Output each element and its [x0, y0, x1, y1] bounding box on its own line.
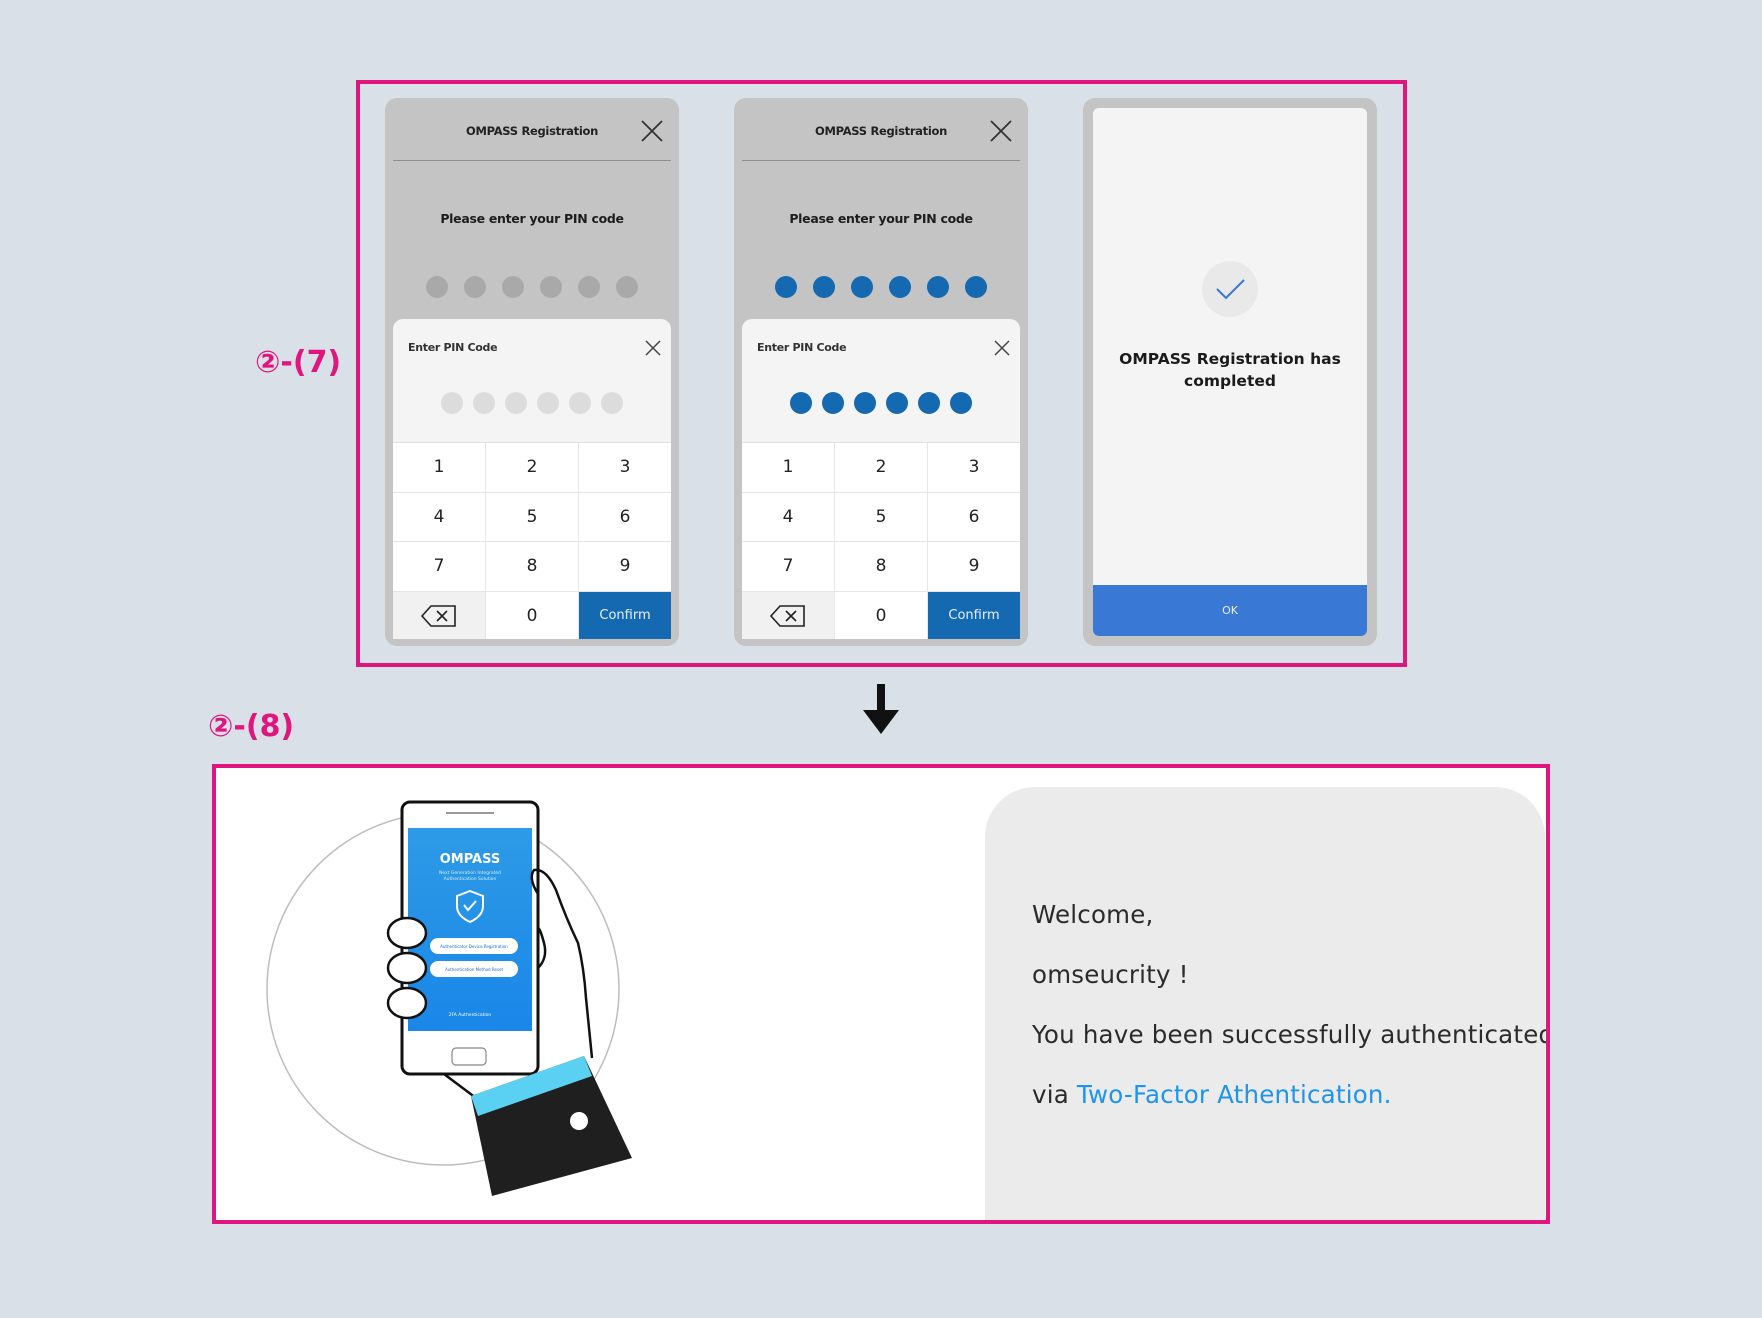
completion-card: OMPASS Registration has completed OK	[1093, 108, 1367, 636]
pin-dot	[775, 276, 797, 298]
step-label-7: ②-(7)	[255, 345, 342, 380]
key-0[interactable]: 0	[486, 591, 578, 639]
completion-message: OMPASS Registration has completed	[1093, 348, 1367, 392]
pin-prompt: Please enter your PIN code	[789, 211, 973, 226]
result-panel: OMPASS Next Generation Integrated Authen…	[216, 768, 1546, 1220]
pin-entry-dot	[918, 392, 940, 414]
phone-header: OMPASS Registration	[393, 98, 671, 161]
pin-entry-sheet: Enter PIN Code 1 2 3 4 5 6 7 8 9 0 Confi…	[393, 319, 671, 639]
key-1[interactable]: 1	[393, 443, 485, 492]
welcome-message-card: Welcome, omseucrity ! You have been succ…	[985, 787, 1546, 1220]
key-8[interactable]: 8	[835, 542, 927, 591]
backspace-key[interactable]	[393, 591, 485, 639]
key-2[interactable]: 2	[835, 443, 927, 492]
pin-prompt: Please enter your PIN code	[440, 211, 624, 226]
app-reset-button: Authentication Method Reset	[445, 967, 504, 972]
app-register-button: Authenticator Device Registration	[440, 944, 508, 949]
phone-pin-filled: OMPASS Registration Please enter your PI…	[734, 98, 1028, 646]
checkmark-icon	[1216, 279, 1245, 300]
pin-entry-dots	[742, 392, 1020, 414]
pin-entry-dot	[854, 392, 876, 414]
close-icon[interactable]	[993, 339, 1011, 357]
close-icon[interactable]	[640, 119, 664, 143]
app-subtitle-2: Authentication Solution	[444, 876, 497, 882]
phone-registration-complete: OMPASS Registration has completed OK	[1083, 98, 1377, 646]
pin-entry-sheet: Enter PIN Code 1 2 3 4 5 6 7 8 9 0 Confi…	[742, 319, 1020, 639]
pin-entry-dot	[505, 392, 527, 414]
registration-title: OMPASS Registration	[466, 124, 598, 138]
completion-line-1: OMPASS Registration has	[1119, 350, 1341, 368]
key-4[interactable]: 4	[742, 492, 834, 541]
close-icon[interactable]	[989, 119, 1013, 143]
pin-dot	[965, 276, 987, 298]
key-1[interactable]: 1	[742, 443, 834, 492]
app-name: OMPASS	[440, 852, 501, 867]
phone-header: OMPASS Registration	[742, 98, 1020, 161]
key-6[interactable]: 6	[928, 492, 1020, 541]
confirm-button[interactable]: Confirm	[928, 591, 1020, 639]
pin-entry-dot	[569, 392, 591, 414]
success-line: You have been successfully authenticated	[1032, 1020, 1546, 1049]
sheet-title: Enter PIN Code	[408, 341, 498, 354]
pin-entry-dot	[441, 392, 463, 414]
pin-dot	[927, 276, 949, 298]
pin-entry-dot	[473, 392, 495, 414]
pin-dot	[889, 276, 911, 298]
confirm-button[interactable]: Confirm	[579, 591, 671, 639]
key-3[interactable]: 3	[579, 443, 671, 492]
step-label-8: ②-(8)	[208, 709, 295, 744]
key-2[interactable]: 2	[486, 443, 578, 492]
pin-dot	[464, 276, 486, 298]
key-9[interactable]: 9	[928, 542, 1020, 591]
key-0[interactable]: 0	[835, 591, 927, 639]
pin-dot	[578, 276, 600, 298]
pin-entry-dot	[822, 392, 844, 414]
welcome-line: Welcome,	[1032, 900, 1154, 929]
pin-entry-dot	[886, 392, 908, 414]
arrow-down-icon	[863, 684, 899, 734]
backspace-key[interactable]	[742, 591, 834, 639]
close-icon[interactable]	[644, 339, 662, 357]
pin-entry-dot	[537, 392, 559, 414]
key-4[interactable]: 4	[393, 492, 485, 541]
pin-dot	[426, 276, 448, 298]
phone-in-hand-illustration: OMPASS Next Generation Integrated Authen…	[266, 800, 632, 1196]
backspace-icon	[420, 604, 456, 627]
sheet-title: Enter PIN Code	[757, 341, 847, 354]
key-5[interactable]: 5	[835, 492, 927, 541]
registration-title: OMPASS Registration	[815, 124, 947, 138]
phone-pin-empty: OMPASS Registration Please enter your PI…	[385, 98, 679, 646]
key-6[interactable]: 6	[579, 492, 671, 541]
key-7[interactable]: 7	[742, 542, 834, 591]
pin-dot	[616, 276, 638, 298]
key-3[interactable]: 3	[928, 443, 1020, 492]
app-subtitle-1: Next Generation Integrated	[439, 870, 501, 876]
ok-button[interactable]: OK	[1093, 585, 1367, 636]
pin-entry-dots	[393, 392, 671, 414]
pin-entry-dot	[950, 392, 972, 414]
pin-dot	[540, 276, 562, 298]
key-5[interactable]: 5	[486, 492, 578, 541]
key-8[interactable]: 8	[486, 542, 578, 591]
method-line: via Two-Factor Athentication.	[1032, 1080, 1392, 1109]
numeric-keypad: 1 2 3 4 5 6 7 8 9 0 Confirm	[742, 442, 1020, 639]
pin-entry-dot	[790, 392, 812, 414]
key-7[interactable]: 7	[393, 542, 485, 591]
pin-dot	[813, 276, 835, 298]
username-line: omseucrity !	[1032, 960, 1189, 989]
pin-indicator	[734, 276, 1028, 298]
two-factor-link[interactable]: Two-Factor Athentication.	[1077, 1080, 1392, 1109]
key-9[interactable]: 9	[579, 542, 671, 591]
backspace-icon	[769, 604, 805, 627]
numeric-keypad: 1 2 3 4 5 6 7 8 9 0 Confirm	[393, 442, 671, 639]
check-badge	[1202, 261, 1258, 317]
method-prefix: via	[1032, 1080, 1077, 1109]
pin-dot	[502, 276, 524, 298]
pin-entry-dot	[601, 392, 623, 414]
pin-dot	[851, 276, 873, 298]
completion-line-2: completed	[1184, 372, 1276, 390]
pin-indicator	[385, 276, 679, 298]
app-footer: 2FA Authentication	[449, 1012, 492, 1018]
